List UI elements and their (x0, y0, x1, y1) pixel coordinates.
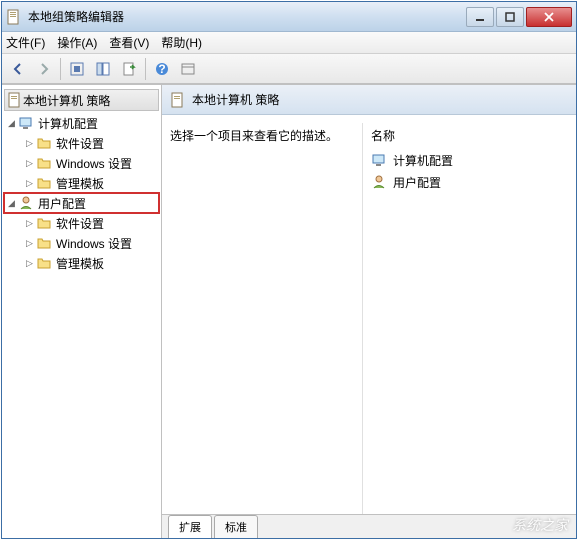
menu-file[interactable]: 文件(F) (6, 34, 45, 51)
tree-item-user-config[interactable]: ◢ 用户配置 (4, 193, 159, 213)
list-item[interactable]: 计算机配置 (371, 150, 568, 170)
tree-item-windows-settings[interactable]: ▷ Windows 设置 (4, 153, 159, 173)
app-window: 本地组策略编辑器 文件(F) 操作(A) 查看(V) 帮助(H) ? 本地计算机… (1, 1, 577, 539)
description-pane: 选择一个项目来查看它的描述。 (162, 123, 362, 514)
minimize-button[interactable] (466, 7, 494, 27)
expander-icon[interactable]: ▷ (26, 238, 36, 249)
menubar: 文件(F) 操作(A) 查看(V) 帮助(H) (2, 32, 576, 54)
user-icon (18, 195, 34, 211)
tab-extended[interactable]: 扩展 (168, 515, 212, 538)
tree-item-software[interactable]: ▷ 软件设置 (4, 213, 159, 233)
folder-icon (36, 175, 52, 191)
list-item-label: 用户配置 (393, 174, 441, 191)
app-icon (6, 9, 22, 25)
tree-label: 用户配置 (38, 195, 86, 212)
expander-icon[interactable]: ▷ (26, 138, 36, 149)
folder-icon (36, 155, 52, 171)
menu-action[interactable]: 操作(A) (57, 34, 97, 51)
folder-icon (36, 135, 52, 151)
tree-item-computer-config[interactable]: ◢ 计算机配置 (4, 113, 159, 133)
expander-icon[interactable]: ▷ (26, 158, 36, 169)
tree-label: 计算机配置 (38, 115, 98, 132)
column-name[interactable]: 名称 (371, 123, 568, 150)
list-pane: 名称 计算机配置 用户配置 (362, 123, 576, 514)
toolbar-sep (60, 58, 61, 80)
content-area: 本地计算机 策略 ◢ 计算机配置 ▷ 软件设置 ▷ Windows 设置 ▷ 管… (2, 84, 576, 538)
back-button[interactable] (6, 57, 30, 81)
expander-icon[interactable]: ◢ (8, 118, 18, 129)
expander-icon[interactable]: ▷ (26, 218, 36, 229)
tree-item-windows-settings[interactable]: ▷ Windows 设置 (4, 233, 159, 253)
export-button[interactable] (117, 57, 141, 81)
toolbar: ? (2, 54, 576, 84)
detail-title: 本地计算机 策略 (192, 91, 279, 108)
list-item[interactable]: 用户配置 (371, 172, 568, 192)
titlebar: 本地组策略编辑器 (2, 2, 576, 32)
show-hide-tree-button[interactable] (91, 57, 115, 81)
detail-body: 选择一个项目来查看它的描述。 名称 计算机配置 用户配置 (162, 115, 576, 514)
tree-root-label: 本地计算机 策略 (23, 92, 110, 109)
user-icon (371, 174, 387, 190)
tree-label: Windows 设置 (56, 235, 132, 252)
tabstrip: 扩展 标准 (162, 514, 576, 538)
tree-label: 软件设置 (56, 215, 104, 232)
computer-icon (18, 115, 34, 131)
tree-root[interactable]: 本地计算机 策略 (4, 89, 159, 111)
menu-help[interactable]: 帮助(H) (161, 34, 202, 51)
window-title: 本地组策略编辑器 (28, 8, 464, 25)
maximize-button[interactable] (496, 7, 524, 27)
expander-icon[interactable]: ▷ (26, 258, 36, 269)
tree-label: Windows 设置 (56, 155, 132, 172)
folder-icon (36, 215, 52, 231)
policy-icon (7, 92, 23, 108)
detail-header: 本地计算机 策略 (162, 85, 576, 115)
tree-panel: 本地计算机 策略 ◢ 计算机配置 ▷ 软件设置 ▷ Windows 设置 ▷ 管… (2, 85, 162, 538)
expander-icon[interactable]: ◢ (8, 198, 18, 209)
tree-label: 管理模板 (56, 175, 104, 192)
computer-icon (371, 152, 387, 168)
detail-panel: 本地计算机 策略 选择一个项目来查看它的描述。 名称 计算机配置 用户配置 (162, 85, 576, 538)
menu-view[interactable]: 查看(V) (109, 34, 149, 51)
tree-label: 软件设置 (56, 135, 104, 152)
hint-text: 选择一个项目来查看它的描述。 (170, 129, 338, 143)
tree-item-admin-templates[interactable]: ▷ 管理模板 (4, 253, 159, 273)
tree-item-admin-templates[interactable]: ▷ 管理模板 (4, 173, 159, 193)
up-button[interactable] (65, 57, 89, 81)
filter-button[interactable] (176, 57, 200, 81)
folder-icon (36, 235, 52, 251)
toolbar-sep (145, 58, 146, 80)
help-button[interactable]: ? (150, 57, 174, 81)
tree-item-software[interactable]: ▷ 软件设置 (4, 133, 159, 153)
policy-icon (170, 92, 186, 108)
forward-button[interactable] (32, 57, 56, 81)
svg-text:?: ? (158, 62, 165, 76)
tab-standard[interactable]: 标准 (214, 515, 258, 538)
list-item-label: 计算机配置 (393, 152, 453, 169)
close-button[interactable] (526, 7, 572, 27)
folder-icon (36, 255, 52, 271)
tree-label: 管理模板 (56, 255, 104, 272)
expander-icon[interactable]: ▷ (26, 178, 36, 189)
